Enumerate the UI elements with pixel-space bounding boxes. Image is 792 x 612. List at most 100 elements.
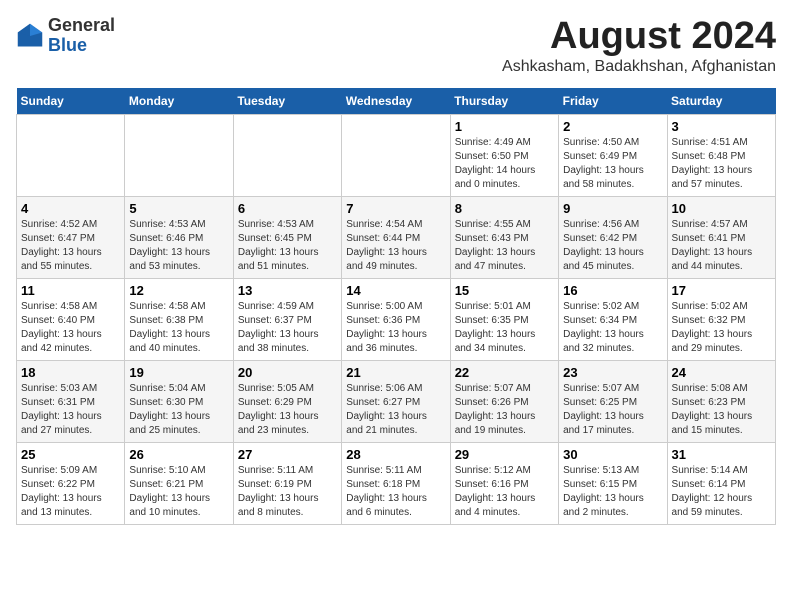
day-info: Sunrise: 4:54 AM Sunset: 6:44 PM Dayligh… — [346, 218, 445, 274]
calendar-cell: 7 Sunrise: 4:54 AM Sunset: 6:44 PM Daylig… — [342, 196, 450, 278]
day-info: Sunrise: 5:14 AM Sunset: 6:14 PM Dayligh… — [672, 464, 771, 520]
calendar-cell: 22 Sunrise: 5:07 AM Sunset: 6:26 PM Dayli… — [450, 360, 558, 442]
day-number: 19 — [129, 365, 228, 380]
calendar-week-4: 18 Sunrise: 5:03 AM Sunset: 6:31 PM Dayli… — [17, 360, 776, 442]
day-number: 5 — [129, 201, 228, 216]
day-number: 6 — [238, 201, 337, 216]
day-number: 20 — [238, 365, 337, 380]
day-number: 13 — [238, 283, 337, 298]
calendar-cell: 16 Sunrise: 5:02 AM Sunset: 6:34 PM Dayli… — [559, 278, 667, 360]
logo-text: General Blue — [48, 16, 115, 56]
day-info: Sunrise: 4:57 AM Sunset: 6:41 PM Dayligh… — [672, 218, 771, 274]
day-number: 23 — [563, 365, 662, 380]
calendar-week-5: 25 Sunrise: 5:09 AM Sunset: 6:22 PM Dayli… — [17, 442, 776, 524]
day-number: 18 — [21, 365, 120, 380]
day-number: 10 — [672, 201, 771, 216]
calendar-cell: 28Sunrise: 5:11 AM Sunset: 6:18 PM Dayli… — [342, 442, 450, 524]
day-number: 3 — [672, 119, 771, 134]
day-info: Sunrise: 5:10 AM Sunset: 6:21 PM Dayligh… — [129, 464, 228, 520]
column-header-tuesday: Tuesday — [233, 88, 341, 115]
day-number: 28 — [346, 447, 445, 462]
calendar-week-2: 4Sunrise: 4:52 AM Sunset: 6:47 PM Daylig… — [17, 196, 776, 278]
day-info: Sunrise: 4:50 AM Sunset: 6:49 PM Dayligh… — [563, 136, 662, 192]
day-info: Sunrise: 5:02 AM Sunset: 6:32 PM Dayligh… — [672, 300, 771, 356]
day-info: Sunrise: 5:11 AM Sunset: 6:19 PM Dayligh… — [238, 464, 337, 520]
day-number: 26 — [129, 447, 228, 462]
day-number: 25 — [21, 447, 120, 462]
calendar-week-1: 1Sunrise: 4:49 AM Sunset: 6:50 PM Daylig… — [17, 114, 776, 196]
day-number: 31 — [672, 447, 771, 462]
calendar-cell: 14 Sunrise: 5:00 AM Sunset: 6:36 PM Dayli… — [342, 278, 450, 360]
calendar-cell: 30 Sunrise: 5:13 AM Sunset: 6:15 PM Dayli… — [559, 442, 667, 524]
day-info: Sunrise: 5:01 AM Sunset: 6:35 PM Dayligh… — [455, 300, 554, 356]
calendar-week-3: 11Sunrise: 4:58 AM Sunset: 6:40 PM Dayli… — [17, 278, 776, 360]
day-info: Sunrise: 5:12 AM Sunset: 6:16 PM Dayligh… — [455, 464, 554, 520]
calendar-cell: 29 Sunrise: 5:12 AM Sunset: 6:16 PM Dayli… — [450, 442, 558, 524]
day-number: 8 — [455, 201, 554, 216]
calendar-cell: 23 Sunrise: 5:07 AM Sunset: 6:25 PM Dayli… — [559, 360, 667, 442]
day-number: 7 — [346, 201, 445, 216]
calendar-cell: 12Sunrise: 4:58 AM Sunset: 6:38 PM Dayli… — [125, 278, 233, 360]
day-info: Sunrise: 5:07 AM Sunset: 6:26 PM Dayligh… — [455, 382, 554, 438]
day-info: Sunrise: 5:00 AM Sunset: 6:36 PM Dayligh… — [346, 300, 445, 356]
calendar-cell: 24 Sunrise: 5:08 AM Sunset: 6:23 PM Dayli… — [667, 360, 775, 442]
day-info: Sunrise: 5:09 AM Sunset: 6:22 PM Dayligh… — [21, 464, 120, 520]
day-info: Sunrise: 5:07 AM Sunset: 6:25 PM Dayligh… — [563, 382, 662, 438]
day-info: Sunrise: 4:56 AM Sunset: 6:42 PM Dayligh… — [563, 218, 662, 274]
calendar-cell: 15 Sunrise: 5:01 AM Sunset: 6:35 PM Dayli… — [450, 278, 558, 360]
calendar-cell: 1Sunrise: 4:49 AM Sunset: 6:50 PM Daylig… — [450, 114, 558, 196]
day-info: Sunrise: 5:03 AM Sunset: 6:31 PM Dayligh… — [21, 382, 120, 438]
day-info: Sunrise: 4:51 AM Sunset: 6:48 PM Dayligh… — [672, 136, 771, 192]
day-number: 22 — [455, 365, 554, 380]
day-info: Sunrise: 5:04 AM Sunset: 6:30 PM Dayligh… — [129, 382, 228, 438]
day-info: Sunrise: 4:58 AM Sunset: 6:38 PM Dayligh… — [129, 300, 228, 356]
day-info: Sunrise: 5:13 AM Sunset: 6:15 PM Dayligh… — [563, 464, 662, 520]
calendar-cell: 4Sunrise: 4:52 AM Sunset: 6:47 PM Daylig… — [17, 196, 125, 278]
day-info: Sunrise: 4:59 AM Sunset: 6:37 PM Dayligh… — [238, 300, 337, 356]
calendar-cell: 9 Sunrise: 4:56 AM Sunset: 6:42 PM Daylig… — [559, 196, 667, 278]
calendar-cell: 20Sunrise: 5:05 AM Sunset: 6:29 PM Dayli… — [233, 360, 341, 442]
day-number: 2 — [563, 119, 662, 134]
day-info: Sunrise: 5:02 AM Sunset: 6:34 PM Dayligh… — [563, 300, 662, 356]
calendar-header-row: SundayMondayTuesdayWednesdayThursdayFrid… — [17, 88, 776, 115]
day-info: Sunrise: 4:53 AM Sunset: 6:46 PM Dayligh… — [129, 218, 228, 274]
calendar-cell: 13 Sunrise: 4:59 AM Sunset: 6:37 PM Dayli… — [233, 278, 341, 360]
day-info: Sunrise: 4:58 AM Sunset: 6:40 PM Dayligh… — [21, 300, 120, 356]
logo: General Blue — [16, 16, 115, 56]
day-info: Sunrise: 4:55 AM Sunset: 6:43 PM Dayligh… — [455, 218, 554, 274]
day-number: 14 — [346, 283, 445, 298]
day-number: 27 — [238, 447, 337, 462]
column-header-saturday: Saturday — [667, 88, 775, 115]
calendar-cell: 27 Sunrise: 5:11 AM Sunset: 6:19 PM Dayli… — [233, 442, 341, 524]
logo-general: General — [48, 15, 115, 35]
calendar-cell: 8 Sunrise: 4:55 AM Sunset: 6:43 PM Daylig… — [450, 196, 558, 278]
day-number: 9 — [563, 201, 662, 216]
calendar-cell: 3 Sunrise: 4:51 AM Sunset: 6:48 PM Daylig… — [667, 114, 775, 196]
calendar-cell: 2 Sunrise: 4:50 AM Sunset: 6:49 PM Daylig… — [559, 114, 667, 196]
day-number: 30 — [563, 447, 662, 462]
main-title: August 2024 — [502, 16, 776, 58]
calendar-cell — [342, 114, 450, 196]
calendar-cell: 19 Sunrise: 5:04 AM Sunset: 6:30 PM Dayli… — [125, 360, 233, 442]
calendar-cell: 11Sunrise: 4:58 AM Sunset: 6:40 PM Dayli… — [17, 278, 125, 360]
calendar-cell: 31 Sunrise: 5:14 AM Sunset: 6:14 PM Dayli… — [667, 442, 775, 524]
day-number: 17 — [672, 283, 771, 298]
day-number: 16 — [563, 283, 662, 298]
day-number: 29 — [455, 447, 554, 462]
day-number: 15 — [455, 283, 554, 298]
day-number: 4 — [21, 201, 120, 216]
column-header-sunday: Sunday — [17, 88, 125, 115]
calendar-cell: 21Sunrise: 5:06 AM Sunset: 6:27 PM Dayli… — [342, 360, 450, 442]
title-area: August 2024 Ashkasham, Badakhshan, Afgha… — [502, 16, 776, 76]
column-header-monday: Monday — [125, 88, 233, 115]
logo-blue: Blue — [48, 35, 87, 55]
day-number: 24 — [672, 365, 771, 380]
day-info: Sunrise: 5:08 AM Sunset: 6:23 PM Dayligh… — [672, 382, 771, 438]
column-header-friday: Friday — [559, 88, 667, 115]
calendar-cell: 18 Sunrise: 5:03 AM Sunset: 6:31 PM Dayli… — [17, 360, 125, 442]
calendar-cell — [125, 114, 233, 196]
day-info: Sunrise: 4:53 AM Sunset: 6:45 PM Dayligh… — [238, 218, 337, 274]
sub-title: Ashkasham, Badakhshan, Afghanistan — [502, 58, 776, 76]
calendar-cell — [233, 114, 341, 196]
day-info: Sunrise: 5:06 AM Sunset: 6:27 PM Dayligh… — [346, 382, 445, 438]
